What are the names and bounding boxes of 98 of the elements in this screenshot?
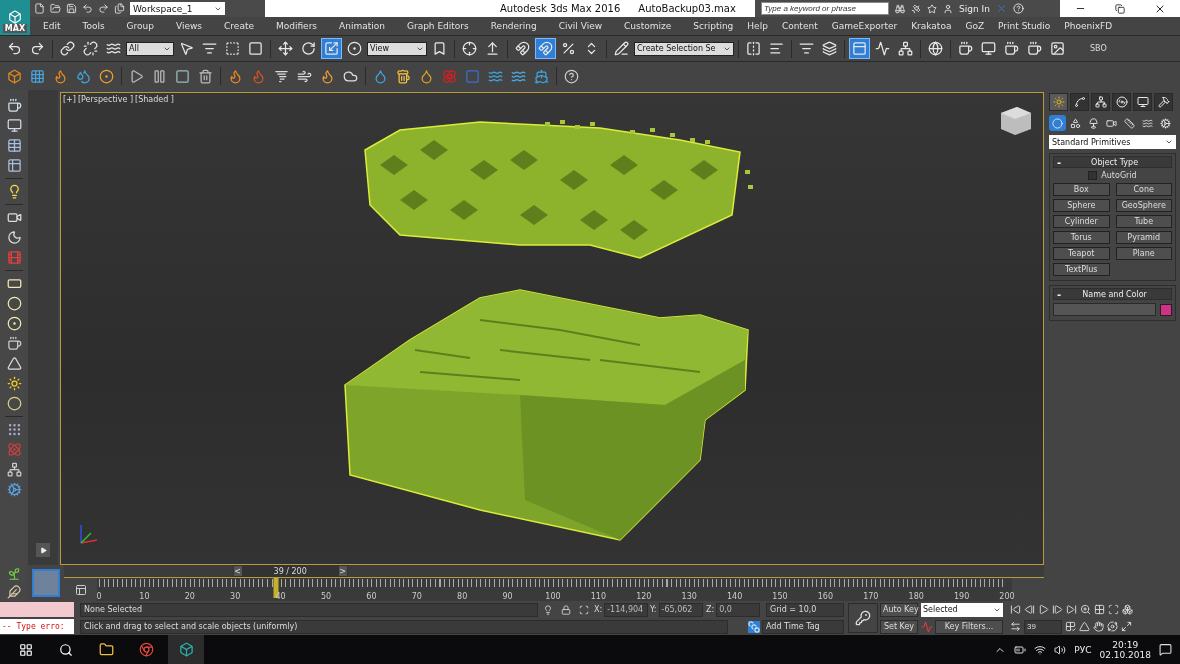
perspective-viewport[interactable]: [+] [Perspective ] [Shaded ] — [60, 92, 1044, 565]
frame-tick-label: 10 — [139, 592, 150, 601]
menu-item[interactable]: Edit — [38, 21, 66, 31]
frame-tick-label: 190 — [953, 592, 970, 601]
frame-tick-label: 110 — [590, 592, 607, 601]
menu-item[interactable]: Tools — [77, 21, 110, 31]
rollout-title: Object Type — [1090, 157, 1140, 167]
menu-item[interactable]: PhoenixFD — [1059, 21, 1118, 31]
menu-item[interactable]: GoZ — [960, 21, 990, 31]
sign-in-link[interactable]: Sign In — [959, 3, 990, 14]
rollout-header[interactable]: - Object Type — [1053, 156, 1172, 168]
primitive-button[interactable]: Tube — [1115, 215, 1172, 228]
menu-item[interactable]: Krakatoa — [906, 21, 957, 31]
frame-tick-label: 70 — [411, 592, 422, 601]
menu-item[interactable]: Animation — [334, 21, 390, 31]
primitive-button[interactable]: Plane — [1115, 247, 1172, 260]
set-key-button[interactable]: Set Key — [880, 619, 918, 634]
frame-tick-label: 60 — [366, 592, 377, 601]
toolbar-label: SBO — [1090, 44, 1107, 53]
selection-field: None Selected — [80, 602, 538, 617]
primitive-button[interactable]: Sphere — [1053, 199, 1110, 212]
menu-item[interactable]: Views — [171, 21, 208, 31]
app-title: Autodesk 3ds Max 2016 — [500, 3, 621, 14]
frame-tick-label: 20 — [184, 592, 195, 601]
coordinate-field[interactable]: 0,0 — [716, 602, 761, 617]
frame-tick-label: 150 — [772, 592, 788, 601]
toolbar-dropdown[interactable]: View — [367, 41, 427, 56]
menu-item[interactable]: Print Studio — [993, 21, 1056, 31]
frame-tick-label: 80 — [457, 592, 468, 601]
frame-tick-label: 180 — [908, 592, 924, 601]
axis-label: Y: — [650, 605, 657, 614]
collapse-sign: - — [1057, 288, 1062, 300]
coordinate-field[interactable]: -65,062 — [658, 602, 703, 617]
viewport-label[interactable]: [Shaded ] — [135, 95, 174, 104]
menu-item[interactable]: Customize — [619, 21, 677, 31]
workspace-dropdown[interactable]: Workspace_1 — [130, 2, 225, 15]
checkbox-label: AutoGrid — [1101, 171, 1137, 180]
axis-label: X: — [594, 605, 603, 614]
menu-item[interactable]: Scripting — [688, 21, 739, 31]
menu-item[interactable]: Rendering — [485, 21, 542, 31]
language-indicator[interactable]: РУС — [1074, 644, 1092, 655]
next-frame-button[interactable]: > — [337, 565, 348, 577]
frame-tick-label: 0 — [96, 592, 102, 601]
menu-item[interactable]: Create — [219, 21, 259, 31]
primitive-button[interactable]: Torus — [1053, 231, 1110, 244]
rollout-title: Name and Color — [1081, 289, 1148, 299]
frame-tick-label: 130 — [681, 592, 697, 601]
frame-tick-label: 100 — [545, 592, 561, 601]
menu-item[interactable]: Civil View — [553, 21, 608, 31]
primitive-type-dropdown[interactable]: Standard Primitives — [1049, 135, 1176, 149]
menu-item[interactable]: Modifiers — [270, 21, 323, 31]
frame-tick-label: 30 — [230, 592, 241, 601]
viewport-label[interactable]: [+] — [63, 95, 76, 104]
menu-item[interactable]: GameExporter — [826, 21, 903, 31]
key-filters-button[interactable]: Key Filters... — [935, 619, 1003, 634]
clock-date: 02.10.2018 — [1099, 649, 1151, 660]
primitive-button[interactable]: GeoSphere — [1115, 199, 1172, 212]
logo-text: MAX — [2, 24, 28, 33]
primitive-button[interactable]: TextPlus — [1053, 263, 1110, 276]
rollout-header[interactable]: - Name and Color — [1053, 288, 1172, 300]
frame-tick-label: 90 — [502, 592, 513, 601]
add-time-tag-field[interactable]: Add Time Tag — [762, 619, 844, 634]
primitive-button[interactable]: Cylinder — [1053, 215, 1110, 228]
time-slider-track[interactable]: < 39 / 200 > — [64, 565, 1044, 578]
frame-tick-label: 170 — [863, 592, 879, 601]
file-name: AutoBackup03.max — [638, 3, 736, 14]
axis-label: Z: — [706, 605, 715, 614]
toolbar-dropdown[interactable]: Create Selection Se — [634, 41, 734, 56]
frame-tick-label: 40 — [275, 592, 286, 601]
frame-tick-label: 160 — [817, 592, 834, 601]
viewport-label[interactable]: [Perspective ] — [77, 95, 134, 104]
menu-item[interactable]: Content — [776, 21, 823, 31]
primitive-button[interactable]: Teapot — [1053, 247, 1110, 260]
menu-item[interactable]: Help — [742, 21, 773, 31]
script-error-text: -- Type erro: — [0, 619, 74, 634]
menu-item[interactable]: Group — [121, 21, 159, 31]
primitive-button[interactable]: Pyramid — [1115, 231, 1172, 244]
toolbar-dropdown[interactable]: All — [126, 41, 174, 56]
timeline-ruler[interactable]: 0 10 20 30 40 50 60 70 80 90 100 110 120 130 140 150 160 170 180 190 200 — [97, 578, 1012, 601]
auto-key-button[interactable]: Auto Key — [880, 602, 918, 617]
search-field[interactable]: Type a keyword or phrase — [761, 2, 889, 15]
frame-tick-label: 200 — [999, 592, 1015, 601]
current-frame-field[interactable]: 39 — [1024, 619, 1062, 634]
grid-field: Grid = 10,0 — [766, 602, 844, 617]
frame-label: 39 / 200 — [242, 565, 338, 577]
coordinate-field[interactable]: -114,904 — [604, 602, 649, 617]
frame-tick-label: 140 — [726, 592, 743, 601]
frame-tick-label: 50 — [320, 592, 332, 601]
collapse-sign: - — [1057, 156, 1062, 168]
key-mode-dropdown[interactable]: Selected — [921, 602, 1003, 617]
clock-time: 20:19 — [1112, 639, 1139, 650]
frame-tick-label: 120 — [636, 592, 652, 601]
primitive-button[interactable]: Box — [1053, 183, 1110, 196]
primitive-button[interactable]: Cone — [1115, 183, 1172, 196]
previous-frame-button[interactable]: < — [232, 565, 243, 577]
time-slider-thumb[interactable]: < 39 / 200 > — [232, 565, 348, 577]
menu-item[interactable]: Graph Editors — [401, 21, 474, 31]
app-logo[interactable]: MAX — [0, 0, 30, 35]
